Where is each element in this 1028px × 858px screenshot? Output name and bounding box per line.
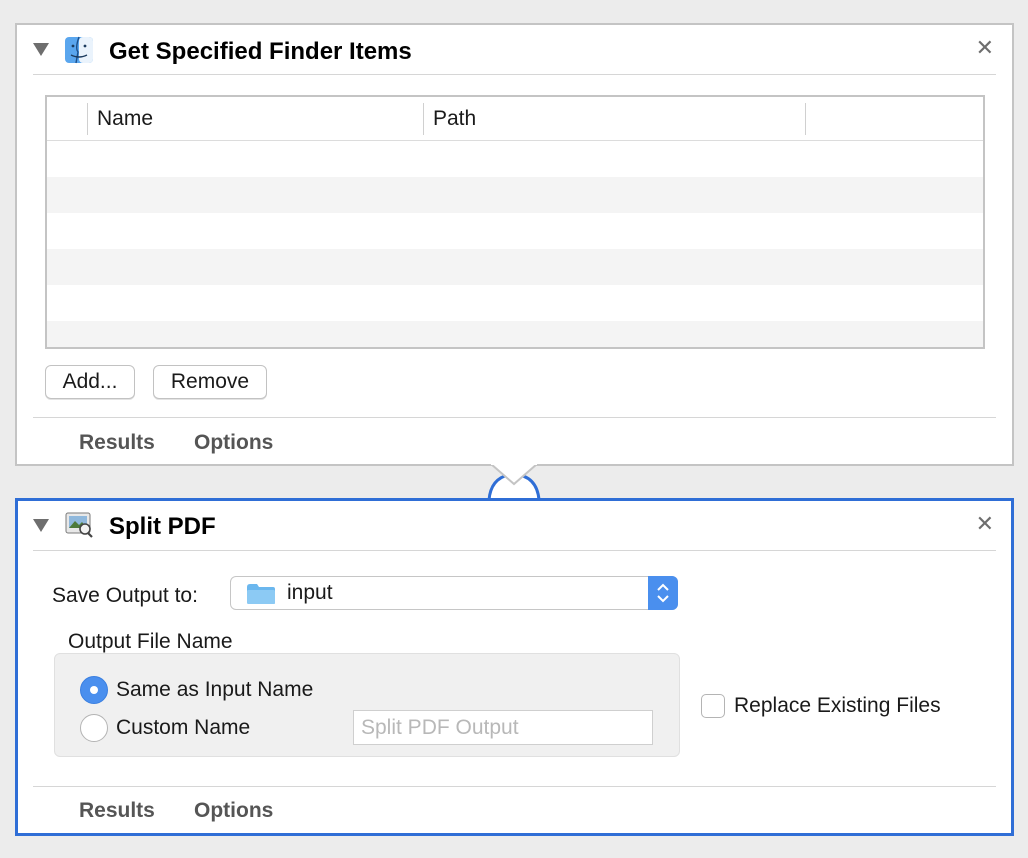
output-file-name-label: Output File Name (68, 630, 233, 653)
get-finder-items-action: Get Specified Finder Items ✕ Name Path A… (15, 23, 1014, 466)
preview-icon (65, 512, 93, 538)
action-header: Split PDF ✕ (18, 501, 1011, 553)
same-as-input-label[interactable]: Same as Input Name (116, 678, 313, 702)
results-tab[interactable]: Results (79, 799, 155, 823)
save-output-value: input (287, 581, 333, 604)
options-tab[interactable]: Options (194, 431, 273, 455)
close-icon[interactable]: ✕ (976, 37, 994, 59)
header-divider (33, 74, 996, 75)
results-tab[interactable]: Results (79, 431, 155, 455)
add-button[interactable]: Add... (45, 365, 135, 399)
folder-icon (247, 584, 275, 604)
replace-existing-label[interactable]: Replace Existing Files (734, 694, 941, 718)
split-pdf-action: Split PDF ✕ Save Output to: input Output… (15, 498, 1014, 836)
items-table[interactable]: Name Path (45, 95, 985, 349)
options-tab[interactable]: Options (194, 799, 273, 823)
action-title: Get Specified Finder Items (109, 38, 412, 65)
save-output-popup[interactable]: input (230, 576, 678, 610)
table-row[interactable] (47, 285, 983, 321)
table-row[interactable] (47, 321, 983, 347)
disclosure-triangle-icon[interactable] (33, 519, 49, 532)
footer-divider (33, 417, 996, 418)
column-divider (87, 103, 88, 135)
output-file-name-group: Same as Input Name Custom Name (54, 653, 680, 757)
close-icon[interactable]: ✕ (976, 513, 994, 535)
remove-button[interactable]: Remove (153, 365, 267, 399)
column-header-path[interactable]: Path (433, 107, 476, 131)
action-header: Get Specified Finder Items ✕ (17, 25, 1012, 77)
footer-divider (33, 786, 996, 787)
table-row[interactable] (47, 141, 983, 177)
table-row[interactable] (47, 249, 983, 285)
finder-icon (65, 36, 93, 64)
table-row[interactable] (47, 213, 983, 249)
table-row[interactable] (47, 177, 983, 213)
custom-name-radio[interactable] (80, 714, 108, 742)
column-divider (805, 103, 806, 135)
popup-stepper-icon[interactable] (648, 576, 678, 610)
custom-name-field[interactable] (353, 710, 653, 745)
action-connector (487, 462, 541, 501)
action-title: Split PDF (109, 513, 216, 540)
save-output-label: Save Output to: (52, 584, 198, 607)
column-divider (423, 103, 424, 135)
header-divider (33, 550, 996, 551)
table-header: Name Path (47, 97, 983, 141)
custom-name-label[interactable]: Custom Name (116, 716, 250, 740)
same-as-input-radio[interactable] (80, 676, 108, 704)
replace-existing-checkbox[interactable] (701, 694, 725, 718)
disclosure-triangle-icon[interactable] (33, 43, 49, 56)
column-header-name[interactable]: Name (97, 107, 153, 131)
